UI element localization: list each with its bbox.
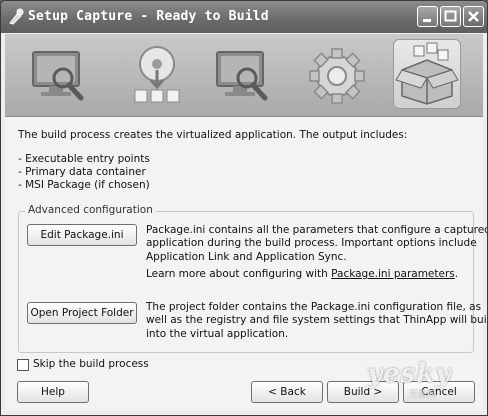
close-icon [468, 11, 479, 22]
open-project-folder-description: The project folder contains the Package.… [146, 301, 488, 341]
maximize-button[interactable] [440, 6, 461, 27]
maximize-icon [444, 10, 457, 22]
intro-text: The build process creates the virtualize… [18, 129, 408, 141]
description-line: application during the build process. Im… [146, 237, 477, 250]
output-item: - MSI Package (if chosen) [18, 179, 150, 191]
back-button[interactable]: < Back [251, 381, 323, 403]
learn-more-suffix: . [454, 268, 459, 280]
output-item: - Executable entry points [18, 153, 150, 165]
window-title: Setup Capture - Ready to Build [28, 9, 269, 24]
help-button[interactable]: Help [17, 381, 89, 403]
description-line: into the virtual application. [146, 327, 289, 340]
learn-more-text: Learn more about configuring with Packag… [146, 268, 458, 281]
disc-install-icon [134, 46, 180, 103]
wizard-step-banner [5, 34, 483, 117]
description-line: Package.ini contains all the parameters … [146, 224, 488, 236]
minimize-button[interactable] [417, 6, 438, 27]
current-step-highlight [393, 39, 461, 109]
watermark-subtext: 天极网 [409, 390, 437, 400]
package-ini-parameters-link[interactable]: Package.ini parameters [331, 268, 455, 280]
learn-more-prefix: Learn more about configuring with [146, 268, 332, 280]
open-project-folder-button[interactable]: Open Project Folder [27, 302, 137, 324]
skip-build-label: Skip the build process [33, 358, 149, 370]
gear-icon [309, 48, 365, 104]
edit-package-ini-button[interactable]: Edit Package.ini [27, 224, 137, 246]
app-icon [9, 8, 24, 25]
description-line: well as the registry and file system set… [146, 314, 488, 327]
close-button[interactable] [463, 6, 484, 27]
minimize-icon [423, 19, 431, 22]
edit-package-ini-description: Package.ini contains all the parameters … [146, 224, 488, 264]
watermark-logo: yesky [367, 359, 452, 389]
output-item: - Primary data container [18, 166, 146, 178]
monitor-magnifier-icon [32, 51, 84, 101]
description-line: Application Link and Application Sync. [146, 250, 347, 263]
package-box-icon [395, 42, 459, 105]
description-line: The project folder contains the Package.… [146, 301, 482, 313]
monitor-magnifier-icon [216, 51, 268, 101]
skip-build-checkbox[interactable] [17, 359, 29, 371]
setup-capture-window: Setup Capture - Ready to Build The build… [0, 0, 488, 416]
advanced-configuration-label: Advanced configuration [25, 204, 156, 216]
wizard-content: The build process creates the virtualize… [5, 117, 487, 411]
title-bar: Setup Capture - Ready to Build [1, 1, 487, 33]
